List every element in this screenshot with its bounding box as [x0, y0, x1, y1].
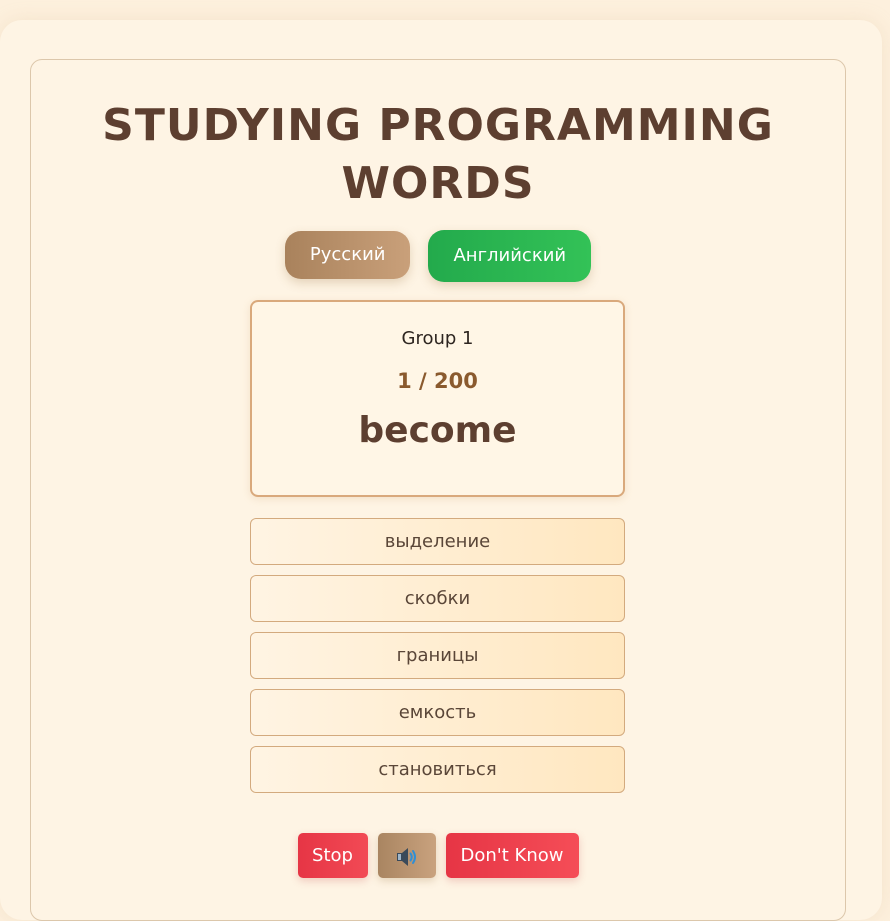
dont-know-button[interactable]: Don't Know: [445, 833, 579, 878]
group-label: Group 1: [401, 328, 474, 349]
progress-counter: 1 / 200: [397, 369, 478, 393]
speaker-icon: [396, 848, 416, 866]
answer-option[interactable]: становиться: [250, 746, 625, 793]
language-switcher: Русский Английский: [31, 230, 845, 282]
quiz-panel: STUDYING PROGRAMMING WORDS Русский Англи…: [30, 59, 846, 921]
russian-language-button[interactable]: Русский: [284, 231, 411, 279]
current-word: become: [358, 410, 517, 451]
control-bar: Stop Don't Know: [31, 833, 845, 878]
play-sound-button[interactable]: [377, 833, 436, 878]
english-language-button[interactable]: Английский: [428, 230, 592, 282]
answer-option[interactable]: скобки: [250, 575, 625, 622]
answer-option[interactable]: емкость: [250, 689, 625, 736]
page-title: STUDYING PROGRAMMING WORDS: [102, 100, 774, 209]
word-card: Group 1 1 / 200 become: [250, 300, 625, 497]
answer-options: выделение скобки границы емкость станови…: [250, 518, 625, 803]
answer-option[interactable]: границы: [250, 632, 625, 679]
stop-button[interactable]: Stop: [297, 833, 368, 878]
page-container: STUDYING PROGRAMMING WORDS Русский Англи…: [0, 20, 882, 921]
answer-option[interactable]: выделение: [250, 518, 625, 565]
